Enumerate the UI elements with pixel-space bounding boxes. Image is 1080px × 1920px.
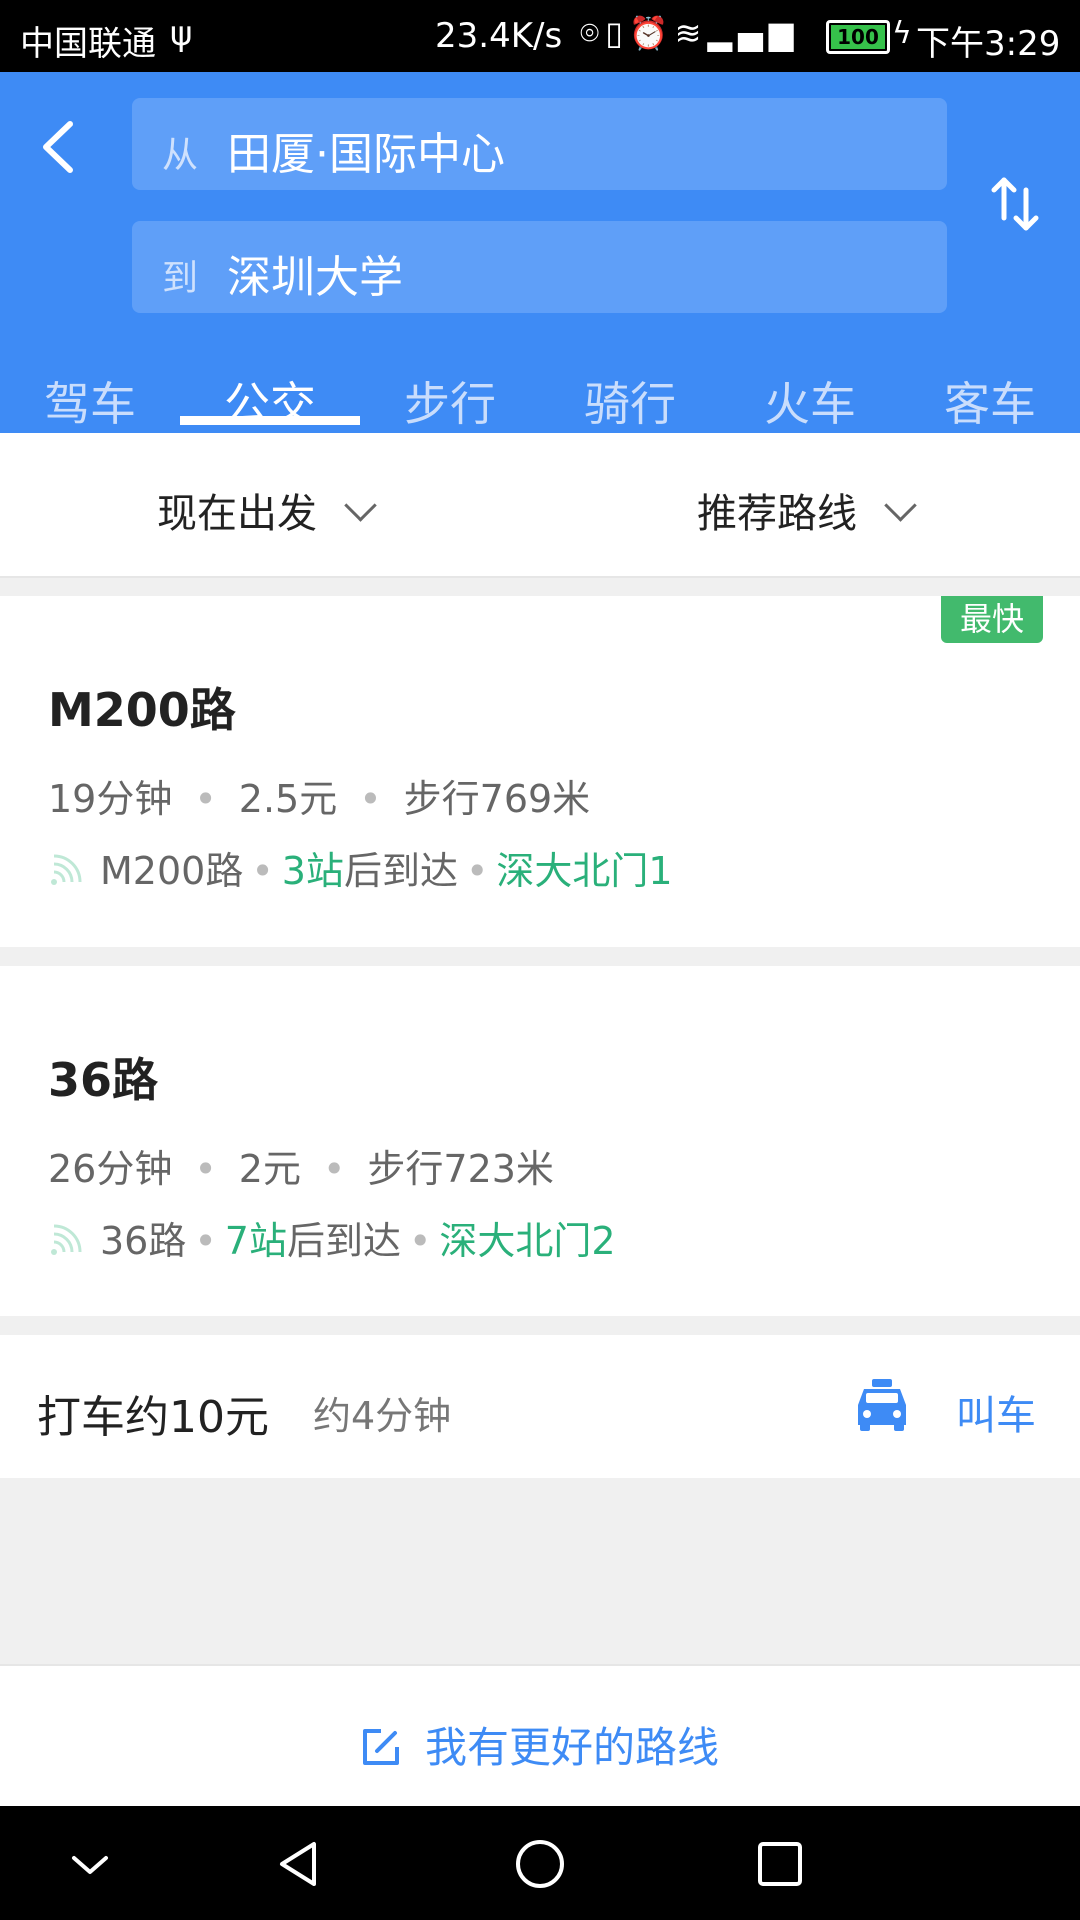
taxi-bar: 打车约10元 约4分钟 叫车 [0, 1335, 1080, 1478]
suggest-route-button[interactable]: 我有更好的路线 [0, 1714, 1080, 1775]
realtime-arrive-text: 后到达 [286, 1219, 401, 1263]
tab-walk[interactable]: 步行 [360, 368, 540, 434]
realtime-station: 深大北门1 [496, 849, 673, 893]
origin-value: 田厦·国际中心 [227, 129, 505, 180]
back-arrow-icon [43, 121, 73, 173]
destination-field[interactable]: 到 深圳大学 [132, 221, 947, 313]
filter-bar: 现在出发 推荐路线 [0, 433, 1080, 578]
back-button[interactable] [30, 112, 90, 182]
chevron-down-icon [884, 489, 917, 522]
route-walk: 步行769米 [403, 777, 591, 821]
taxi-price: 打车约10元 [37, 1392, 269, 1443]
taxi-time: 约4分钟 [313, 1394, 452, 1438]
destination-value: 深圳大学 [227, 252, 403, 303]
departure-filter[interactable]: 现在出发 [157, 481, 377, 539]
nav-home-icon[interactable] [512, 1836, 568, 1892]
tab-drive[interactable]: 驾车 [0, 368, 180, 434]
vibrate-icon: ▯ [605, 14, 629, 52]
hide-keyboard-icon[interactable] [62, 1836, 118, 1892]
system-nav-bar [0, 1806, 1080, 1920]
net-speed: 23.4K/s [435, 16, 563, 56]
realtime-stops: 7站 [224, 1219, 287, 1263]
edit-icon [362, 1728, 399, 1765]
route-title: M200路 [48, 683, 236, 737]
realtime-station: 深大北门2 [439, 1219, 616, 1263]
realtime-arrive-text: 后到达 [343, 849, 458, 893]
active-tab-indicator [180, 416, 360, 425]
route-header: 从 田厦·国际中心 到 深圳大学 驾车 公交 步行 骑行 火车 客车 [0, 72, 1080, 433]
route-price: 2.5元 [238, 777, 338, 821]
route-realtime: 36路 • 7站后到达 • 深大北门2 [48, 1210, 616, 1265]
realtime-signal-icon [51, 1224, 82, 1255]
location-icon: ⌾ [580, 14, 606, 52]
tab-bike[interactable]: 骑行 [540, 368, 720, 434]
sort-filter[interactable]: 推荐路线 [697, 481, 917, 539]
route-duration: 26分钟 [48, 1147, 173, 1191]
route-walk: 步行723米 [367, 1147, 554, 1191]
call-taxi-button[interactable]: 叫车 [956, 1383, 1036, 1441]
usb-icon: ψ [170, 14, 193, 54]
swap-icon [991, 177, 1039, 231]
realtime-signal-icon [51, 854, 82, 885]
route-realtime: M200路 • 3站后到达 • 深大北门1 [48, 840, 673, 895]
route-meta: 26分钟 • 2元 • 步行723米 [48, 1147, 554, 1191]
route-duration: 19分钟 [48, 777, 173, 821]
mode-tabs: 驾车 公交 步行 骑行 火车 客车 [0, 340, 1080, 433]
destination-prefix: 到 [162, 258, 199, 299]
status-icons: ⌾▯⏰≋▂▄▆ [580, 14, 799, 53]
swap-button[interactable] [990, 174, 1040, 234]
route-meta: 19分钟 • 2.5元 • 步行769米 [48, 777, 591, 821]
suggest-route-bar[interactable]: 我有更好的路线 [0, 1664, 1080, 1808]
tab-coach[interactable]: 客车 [900, 368, 1080, 434]
carrier-label: 中国联通 [20, 24, 156, 64]
origin-field[interactable]: 从 田厦·国际中心 [132, 98, 947, 190]
route-title: 36路 [48, 1053, 159, 1107]
suggest-route-label: 我有更好的路线 [424, 1723, 719, 1772]
origin-prefix: 从 [162, 135, 199, 176]
route-price: 2元 [238, 1147, 301, 1191]
chevron-down-icon [344, 489, 377, 522]
sort-filter-label: 推荐路线 [697, 491, 857, 537]
realtime-line: M200路 [100, 849, 244, 893]
taxi-icon[interactable] [852, 1377, 912, 1433]
departure-filter-label: 现在出发 [157, 491, 317, 537]
route-card[interactable]: 36路 26分钟 • 2元 • 步行723米 36路 • 7站后到达 • 深大北门2 [0, 966, 1080, 1316]
realtime-stops: 3站 [281, 849, 344, 893]
realtime-line: 36路 [100, 1219, 187, 1263]
battery-icon: 100 [826, 20, 890, 54]
wifi-icon: ≋ [674, 14, 708, 52]
clock: 下午3:29 [916, 24, 1061, 64]
signal-icon: ▂▄▆ [707, 14, 800, 52]
nav-back-icon[interactable] [272, 1836, 328, 1892]
nav-recents-icon[interactable] [752, 1836, 808, 1892]
alarm-icon: ⏰ [628, 14, 675, 52]
route-card[interactable]: 最快 M200路 19分钟 • 2.5元 • 步行769米 M200路 • 3站后到达 • 深大… [0, 596, 1080, 947]
charging-icon: ϟ [892, 16, 912, 51]
status-bar: 中国联通 ψ 23.4K/s ⌾▯⏰≋▂▄▆ 100 ϟ 下午3:29 [0, 0, 1080, 72]
tab-train[interactable]: 火车 [720, 368, 900, 434]
fastest-badge: 最快 [941, 596, 1043, 643]
battery-level: 100 [831, 25, 885, 49]
